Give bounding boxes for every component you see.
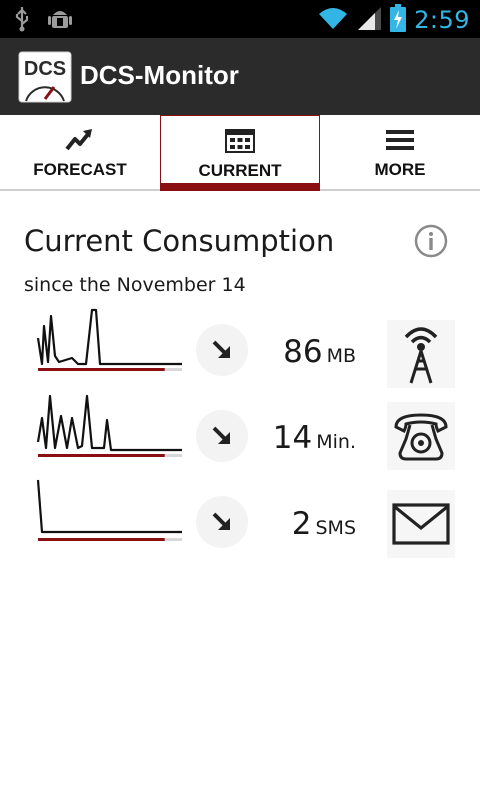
action-bar: DCS DCS-Monitor (0, 38, 480, 115)
status-bar: 2:59 (0, 0, 480, 38)
usage-sparkline (36, 394, 182, 457)
value-number: 2 (291, 506, 312, 542)
period-subtitle: since the November 14 (24, 274, 246, 296)
tab-current[interactable]: CURRENT (160, 115, 320, 191)
info-icon[interactable] (414, 224, 448, 258)
tab-selected-indicator (160, 183, 320, 191)
value-number: 86 (283, 334, 323, 370)
trend-up-icon (65, 127, 95, 153)
trend-icon (196, 324, 248, 376)
app-title: DCS-Monitor (80, 60, 239, 90)
app-logo-text: DCS (24, 58, 66, 80)
trend-icon (196, 496, 248, 548)
tab-label: FORECAST (33, 160, 127, 179)
page-title: Current Consumption (24, 224, 335, 258)
arrow-down-right-icon (212, 426, 230, 444)
clock: 2:59 (414, 6, 470, 34)
consumption-value: 86 MB (283, 334, 356, 370)
usage-sparkline (36, 308, 182, 371)
tab-bar: FORECAST CURRENT MORE (0, 115, 480, 191)
value-number: 14 (272, 420, 313, 456)
value-unit: Min. (316, 431, 356, 453)
tab-label: MORE (374, 160, 426, 179)
battery-charging-icon (390, 4, 407, 36)
consumption-row-data[interactable]: 86 MB (0, 306, 480, 390)
tab-more[interactable]: MORE (320, 115, 480, 189)
value-unit: MB (326, 345, 356, 367)
usb-icon (14, 6, 30, 36)
usage-progress-fill (38, 454, 165, 457)
arrow-down-right-icon (212, 340, 230, 358)
consumption-row-sms[interactable]: 2 SMS (0, 476, 480, 560)
android-debug-icon (48, 6, 72, 36)
signal-icon (356, 5, 382, 35)
wifi-icon (318, 6, 348, 34)
telephone-icon (387, 402, 455, 470)
trend-icon (196, 410, 248, 462)
app-logo-icon[interactable]: DCS (18, 51, 72, 103)
antenna-icon (387, 320, 455, 388)
usage-progress-fill (38, 538, 165, 541)
value-unit: SMS (315, 517, 356, 539)
calendar-grid-icon (225, 128, 255, 154)
consumption-value: 2 SMS (292, 506, 356, 542)
envelope-icon (387, 490, 455, 558)
menu-icon (385, 127, 415, 153)
arrow-down-right-icon (212, 512, 230, 530)
consumption-row-calls[interactable]: 14 Min. (0, 392, 480, 476)
usage-sparkline (36, 479, 182, 541)
usage-progress-fill (38, 368, 165, 371)
consumption-value: 14 Min. (273, 420, 356, 456)
tab-forecast[interactable]: FORECAST (0, 115, 160, 189)
tab-label: CURRENT (198, 161, 282, 180)
